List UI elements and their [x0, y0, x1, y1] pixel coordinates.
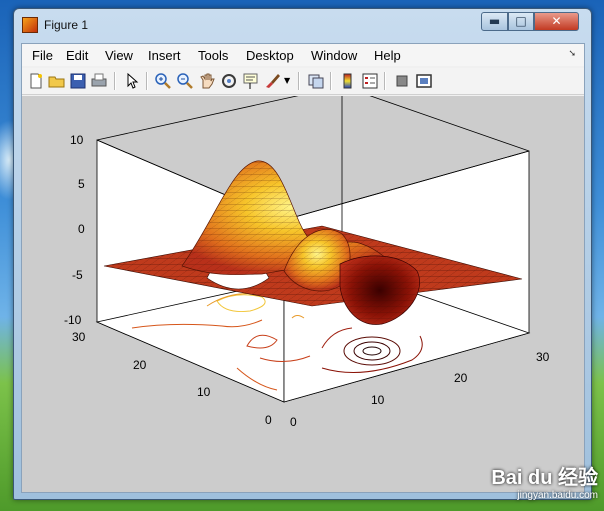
zoom-out-icon[interactable] — [176, 72, 194, 90]
toolbar-separator — [146, 72, 148, 90]
legend-icon[interactable] — [361, 72, 379, 90]
brush-icon[interactable] — [264, 72, 282, 90]
y-tick-label: 10 — [197, 385, 211, 399]
open-file-icon[interactable] — [48, 72, 66, 90]
toolbar-separator — [298, 72, 300, 90]
toolbar-separator — [330, 72, 332, 90]
menu-dock-arrow-icon[interactable]: ➘ — [568, 49, 576, 59]
menu-tools[interactable]: Tools — [198, 48, 228, 63]
baidu-watermark: Bai du 经验 jingyan.baidu.com — [491, 461, 598, 501]
x-tick-label: 0 — [290, 415, 297, 429]
matlab-figure-icon — [22, 17, 38, 33]
y-tick-label: 0 — [265, 413, 272, 427]
save-icon[interactable] — [69, 72, 87, 90]
surface-plot[interactable]: 10 5 0 -5 -10 30 20 10 0 0 10 20 30 — [22, 85, 584, 492]
z-tick-label: 10 — [70, 133, 84, 147]
y-tick-label: 20 — [133, 358, 147, 372]
minimize-button[interactable]: ▬ — [481, 12, 508, 31]
x-tick-label: 10 — [371, 393, 385, 407]
z-tick-label: -5 — [72, 268, 83, 282]
menu-edit[interactable]: Edit — [66, 48, 88, 63]
figure-window: Figure 1 ▬ □ ✕ File Edit View Insert Too… — [13, 8, 592, 500]
x-tick-label: 20 — [454, 371, 468, 385]
show-plot-tools-icon[interactable] — [415, 72, 433, 90]
print-icon[interactable] — [90, 72, 108, 90]
figure-canvas[interactable]: 10 5 0 -5 -10 30 20 10 0 0 10 20 30 — [22, 85, 584, 492]
menu-file[interactable]: File — [32, 48, 53, 63]
link-plot-icon[interactable] — [307, 72, 325, 90]
toolbar-separator — [114, 72, 116, 90]
brush-dropdown-arrow-icon[interactable]: ▼ — [284, 76, 290, 85]
z-tick-label: -10 — [64, 313, 82, 327]
figure-client-area: File Edit View Insert Tools Desktop Wind… — [21, 43, 585, 493]
hide-plot-tools-icon[interactable] — [393, 72, 411, 90]
z-tick-label: 0 — [78, 222, 85, 236]
menu-help[interactable]: Help — [374, 48, 401, 63]
toolbar-separator — [384, 72, 386, 90]
window-title: Figure 1 — [44, 18, 89, 32]
menu-view[interactable]: View — [105, 48, 133, 63]
watermark-brand: Bai du 经验 — [491, 467, 598, 489]
colorbar-icon[interactable] — [339, 72, 357, 90]
rotate-3d-icon[interactable] — [220, 72, 238, 90]
menu-insert[interactable]: Insert — [148, 48, 181, 63]
z-axis: 10 5 0 -5 -10 — [64, 133, 85, 327]
data-cursor-icon[interactable] — [242, 72, 260, 90]
maximize-button[interactable]: □ — [508, 12, 534, 31]
menu-bar: File Edit View Insert Tools Desktop Wind… — [22, 44, 584, 66]
menu-desktop[interactable]: Desktop — [246, 48, 294, 63]
y-tick-label: 30 — [72, 330, 86, 344]
edit-plot-arrow-icon[interactable] — [123, 72, 141, 90]
new-figure-icon[interactable] — [27, 72, 45, 90]
menu-window[interactable]: Window — [311, 48, 357, 63]
x-tick-label: 30 — [536, 350, 550, 364]
watermark-url: jingyan.baidu.com — [517, 490, 598, 501]
title-bar[interactable]: Figure 1 ▬ □ ✕ — [14, 9, 591, 43]
close-button[interactable]: ✕ — [534, 12, 579, 31]
figure-toolbar: ▼ — [22, 68, 584, 95]
pan-hand-icon[interactable] — [198, 72, 216, 90]
z-tick-label: 5 — [78, 177, 85, 191]
zoom-in-icon[interactable] — [154, 72, 172, 90]
